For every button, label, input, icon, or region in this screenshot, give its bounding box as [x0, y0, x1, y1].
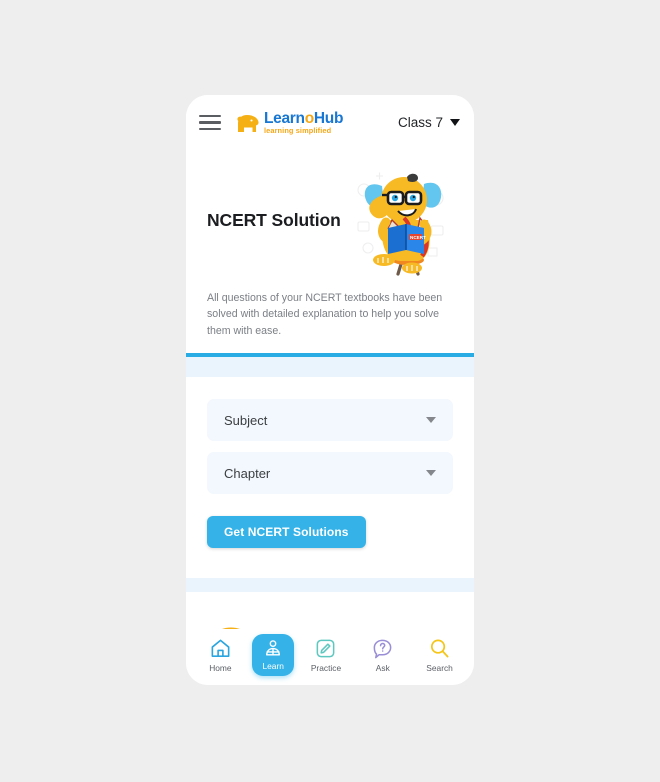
get-ncert-solutions-label: Get NCERT Solutions	[224, 525, 349, 539]
bottom-navigation-bar: Home Learn Practice Ask Search	[186, 629, 474, 685]
nav-item-practice-label: Practice	[310, 663, 342, 673]
brand-text: LearnoHub learning simplified	[264, 109, 344, 136]
next-section-card	[186, 592, 474, 629]
nav-item-practice[interactable]: Practice	[301, 637, 351, 673]
elephant-reading-book-mascot: NCERT	[357, 172, 444, 276]
hamburger-menu-icon[interactable]	[199, 111, 223, 135]
class-selector[interactable]: Class 7	[398, 115, 460, 130]
hero-description: All questions of your NCERT textbooks ha…	[207, 292, 443, 337]
ask-icon	[371, 637, 394, 660]
class-selector-label: Class 7	[397, 115, 443, 130]
practice-icon	[314, 637, 337, 660]
app-scroll-area[interactable]: NCERT Solution NCERT All questions of yo…	[186, 150, 474, 629]
nav-item-ask-label: Ask	[375, 663, 390, 673]
chapter-select-label: Chapter	[224, 465, 271, 481]
subject-select-label: Subject	[224, 412, 268, 428]
nav-item-search-label: Search	[426, 663, 453, 673]
nav-item-search[interactable]: Search	[415, 637, 465, 673]
nav-item-home-label: Home	[209, 663, 232, 673]
get-ncert-solutions-button[interactable]: Get NCERT Solutions	[207, 516, 366, 548]
page-title: NCERT Solution	[207, 209, 341, 230]
card-gap	[186, 578, 474, 592]
svg-text:NCERT: NCERT	[410, 235, 426, 240]
ncert-solution-hero-card: NCERT Solution NCERT All questions of yo…	[186, 150, 474, 357]
card-gap	[186, 357, 474, 377]
brand-wordmark: LearnoHub	[264, 109, 344, 127]
chevron-down-icon	[426, 470, 436, 476]
nav-item-learn-label: Learn	[262, 661, 284, 671]
chevron-down-icon	[450, 119, 460, 126]
nav-item-ask[interactable]: Ask	[358, 637, 408, 673]
brand-logo[interactable]: LearnoHub learning simplified	[235, 109, 344, 136]
nav-item-home[interactable]: Home	[195, 637, 245, 673]
chevron-down-icon	[426, 417, 436, 423]
nav-item-learn[interactable]: Learn	[252, 634, 295, 676]
home-icon	[209, 637, 232, 660]
brand-tagline: learning simplified	[264, 126, 332, 136]
ncert-filter-form-card: Subject Chapter Get NCERT Solutions	[186, 377, 474, 578]
app-header: LearnoHub learning simplified Class 7	[186, 95, 474, 150]
elephant-logo-icon	[237, 114, 259, 132]
subject-select[interactable]: Subject	[207, 399, 453, 441]
elephant-partial-icon	[222, 627, 240, 629]
phone-frame: LearnoHub learning simplified Class 7 NC…	[186, 95, 474, 685]
learn-icon	[263, 639, 283, 659]
chapter-select[interactable]: Chapter	[207, 452, 453, 494]
search-icon	[428, 637, 451, 660]
